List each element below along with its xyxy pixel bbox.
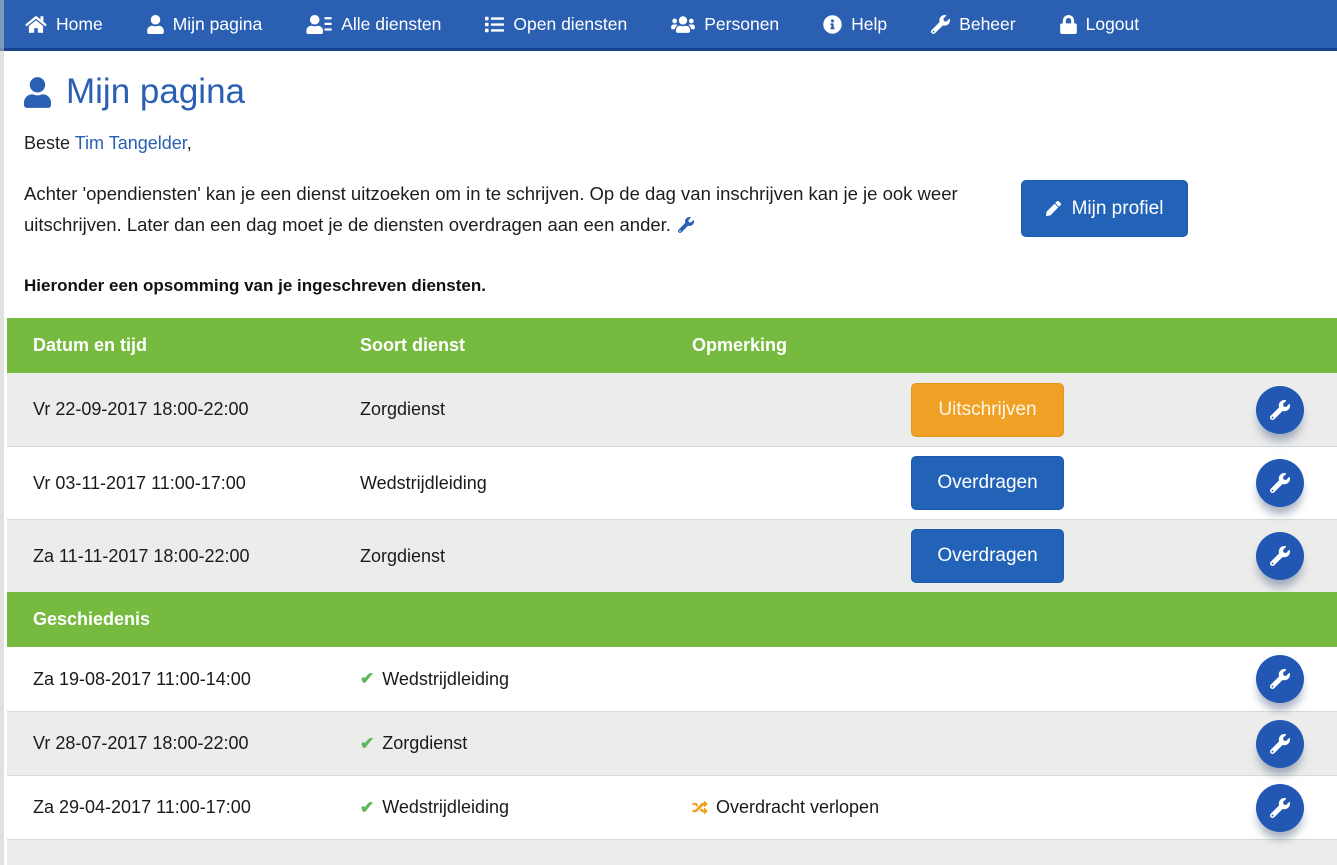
history-header-label: Geschiedenis (7, 609, 360, 630)
window-edge (0, 0, 4, 865)
nav-item-personen[interactable]: Personen (671, 14, 779, 35)
partial-next-row (7, 839, 1337, 865)
row-settings-button[interactable] (1256, 532, 1304, 580)
greeting-prefix: Beste (24, 133, 70, 153)
transfer-button[interactable]: Overdragen (911, 529, 1064, 583)
intro-text: Achter 'opendiensten' kan je een dienst … (24, 178, 1014, 240)
user-name-link[interactable]: Tim Tangelder (75, 133, 187, 153)
duty-service: Zorgdienst (360, 546, 692, 567)
duty-remark: Overdracht verlopen (716, 797, 879, 818)
duty-datetime: Za 11-11-2017 18:00-22:00 (7, 546, 360, 567)
duty-service-cell: ✔ Wedstrijdleiding (360, 669, 692, 690)
home-icon (25, 15, 47, 34)
wrench-icon (678, 217, 694, 233)
history-row: Za 19-08-2017 11:00-14:00 ✔ Wedstrijdlei… (7, 647, 1337, 711)
nav-item-help[interactable]: Help (823, 14, 887, 35)
duty-datetime: Za 29-04-2017 11:00-17:00 (7, 797, 360, 818)
nav-item-open-diensten[interactable]: Open diensten (485, 14, 627, 35)
nav-item-mijn-pagina[interactable]: Mijn pagina (147, 14, 263, 35)
user-icon (147, 15, 164, 34)
nav-label: Beheer (959, 14, 1015, 35)
wrench-icon (931, 15, 950, 34)
row-settings-button[interactable] (1256, 386, 1304, 434)
nav-item-home[interactable]: Home (25, 14, 103, 35)
duty-service: Wedstrijdleiding (382, 669, 509, 690)
list-heading: Hieronder een opsomming van je ingeschre… (24, 276, 1337, 296)
nav-label: Mijn pagina (173, 14, 263, 35)
nav-label: Logout (1086, 14, 1140, 35)
duty-service: Zorgdienst (360, 399, 692, 420)
column-header-soort: Soort dienst (360, 335, 692, 356)
table-row: Vr 22-09-2017 18:00-22:00 Zorgdienst Uit… (7, 373, 1337, 446)
page-title-text: Mijn pagina (66, 72, 245, 112)
nav-item-alle-diensten[interactable]: Alle diensten (306, 14, 441, 35)
pencil-icon (1046, 201, 1061, 216)
shuffle-icon (692, 800, 708, 815)
nav-item-logout[interactable]: Logout (1060, 14, 1140, 35)
wrench-icon (1270, 546, 1290, 566)
wrench-icon (1270, 400, 1290, 420)
my-profile-label: Mijn profiel (1072, 198, 1164, 220)
wrench-icon (1270, 473, 1290, 493)
wrench-icon (1270, 734, 1290, 754)
row-settings-button[interactable] (1256, 459, 1304, 507)
column-header-opmerking: Opmerking (692, 335, 904, 356)
duty-service: Wedstrijdleiding (360, 473, 692, 494)
table-row: Za 11-11-2017 18:00-22:00 Zorgdienst Ove… (7, 519, 1337, 592)
row-settings-button[interactable] (1256, 784, 1304, 832)
duty-datetime: Vr 22-09-2017 18:00-22:00 (7, 399, 360, 420)
duty-service: Wedstrijdleiding (382, 797, 509, 818)
wrench-icon (1270, 798, 1290, 818)
info-circle-icon (823, 15, 842, 34)
greeting: Beste Tim Tangelder, (24, 133, 1337, 154)
page-title: Mijn pagina (24, 72, 1337, 112)
my-profile-button[interactable]: Mijn profiel (1021, 180, 1188, 237)
nav-label: Home (56, 14, 103, 35)
history-header: Geschiedenis (7, 592, 1337, 647)
nav-item-beheer[interactable]: Beheer (931, 14, 1015, 35)
history-row: Vr 28-07-2017 18:00-22:00 ✔ Zorgdienst (7, 711, 1337, 775)
nav-label: Personen (704, 14, 779, 35)
duty-datetime: Vr 03-11-2017 11:00-17:00 (7, 473, 360, 494)
row-settings-button[interactable] (1256, 720, 1304, 768)
lock-icon (1060, 15, 1077, 34)
check-icon: ✔ (360, 669, 374, 689)
row-settings-button[interactable] (1256, 655, 1304, 703)
user-icon (24, 77, 51, 108)
table-row: Vr 03-11-2017 11:00-17:00 Wedstrijdleidi… (7, 446, 1337, 519)
user-list-icon (306, 15, 332, 34)
duty-service-cell: ✔ Wedstrijdleiding (360, 797, 692, 818)
nav-label: Help (851, 14, 887, 35)
duty-service-cell: ✔ Zorgdienst (360, 733, 692, 754)
duty-datetime: Vr 28-07-2017 18:00-22:00 (7, 733, 360, 754)
list-icon (485, 15, 504, 34)
duty-datetime: Za 19-08-2017 11:00-14:00 (7, 669, 360, 690)
history-row: Za 29-04-2017 11:00-17:00 ✔ Wedstrijdlei… (7, 775, 1337, 839)
check-icon: ✔ (360, 798, 374, 818)
column-header-datum: Datum en tijd (7, 335, 360, 356)
nav-label: Alle diensten (341, 14, 441, 35)
top-nav: Home Mijn pagina Alle diensten Open dien… (0, 0, 1337, 51)
wrench-icon (1270, 669, 1290, 689)
nav-label: Open diensten (513, 14, 627, 35)
duty-remark-cell: Overdracht verlopen (692, 797, 904, 818)
check-icon: ✔ (360, 734, 374, 754)
greeting-suffix: , (187, 133, 192, 153)
transfer-button[interactable]: Overdragen (911, 456, 1064, 510)
users-icon (671, 15, 695, 34)
table-header: Datum en tijd Soort dienst Opmerking (7, 318, 1337, 373)
duty-service: Zorgdienst (382, 733, 467, 754)
unsubscribe-button[interactable]: Uitschrijven (911, 383, 1064, 437)
duties-table: Datum en tijd Soort dienst Opmerking Vr … (7, 318, 1337, 865)
